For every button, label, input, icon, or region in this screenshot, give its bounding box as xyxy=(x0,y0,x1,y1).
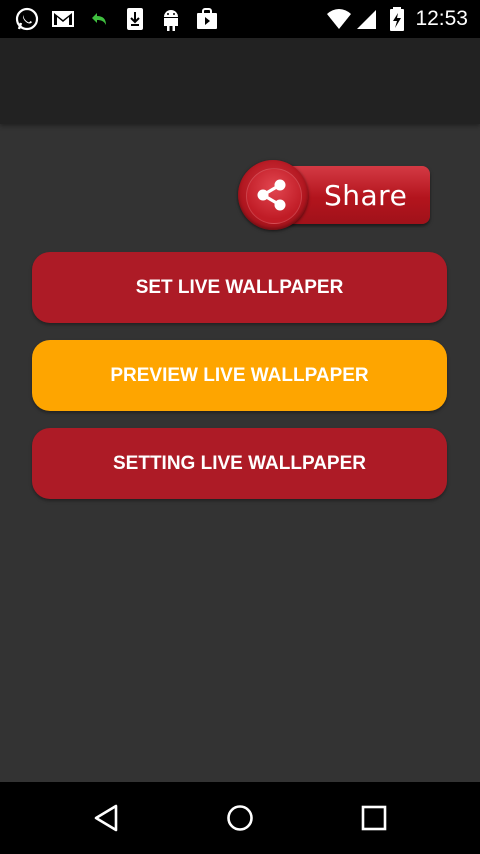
home-icon[interactable] xyxy=(222,800,258,836)
shopping-bag-icon xyxy=(197,8,217,29)
download-icon xyxy=(127,8,143,30)
clock: 12:53 xyxy=(415,7,468,30)
gmail-icon xyxy=(52,11,74,27)
setting-live-wallpaper-button[interactable]: SETTING LIVE WALLPAPER xyxy=(32,428,447,499)
signal-icon xyxy=(357,10,376,29)
android-icon xyxy=(164,10,178,31)
share-button[interactable]: Share xyxy=(238,160,432,230)
whatsapp-icon xyxy=(15,7,39,31)
share-button-label[interactable]: Share xyxy=(324,179,407,212)
set-live-wallpaper-button[interactable]: SET LIVE WALLPAPER xyxy=(32,252,447,323)
back-icon[interactable] xyxy=(90,800,126,836)
wifi-icon xyxy=(327,9,351,29)
download-arrow-icon xyxy=(92,13,106,25)
battery-charging-icon xyxy=(390,7,404,31)
app-bar xyxy=(0,38,480,124)
recents-icon[interactable] xyxy=(356,800,392,836)
share-icon-badge[interactable] xyxy=(238,160,308,230)
navigation-bar xyxy=(0,782,480,854)
preview-live-wallpaper-button[interactable]: PREVIEW LIVE WALLPAPER xyxy=(32,340,447,411)
status-bar: 12:53 xyxy=(0,0,480,38)
share-icon[interactable] xyxy=(254,177,290,213)
